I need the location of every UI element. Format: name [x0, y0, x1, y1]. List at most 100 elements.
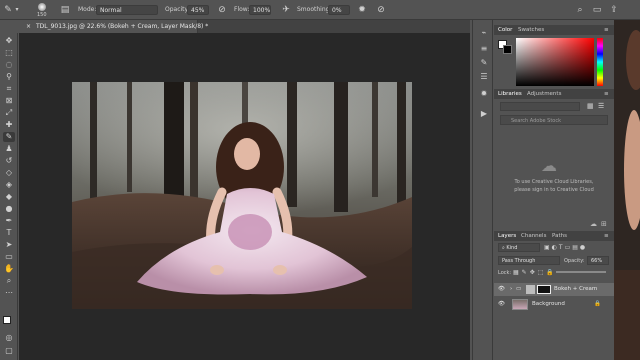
- lasso-tool-icon[interactable]: ◌: [3, 60, 15, 70]
- more-tools-icon[interactable]: ⋯: [3, 288, 15, 298]
- layer-opacity-slider[interactable]: [556, 271, 606, 273]
- tab-adjustments[interactable]: Adjustments: [527, 91, 561, 97]
- group-mask-link-icon: [526, 285, 535, 294]
- airbrush-icon[interactable]: ✈: [281, 5, 291, 15]
- smoothing-settings-icon[interactable]: ✹: [357, 5, 367, 15]
- rectangle-tool-icon[interactable]: ▭: [3, 252, 15, 262]
- library-add-icon[interactable]: ⊞: [601, 220, 609, 228]
- path-select-tool-icon[interactable]: ➤: [3, 240, 15, 250]
- visibility-eye-icon[interactable]: 👁: [498, 286, 505, 292]
- pen-tool-icon[interactable]: ✒: [3, 216, 15, 226]
- move-tool-icon[interactable]: ✥: [3, 36, 15, 46]
- libraries-message-line1: To use Creative Cloud Libraries,: [514, 179, 594, 185]
- opacity-field[interactable]: 45%: [187, 5, 209, 15]
- tab-paths[interactable]: Paths: [552, 233, 567, 239]
- blend-mode-select[interactable]: Pass Through: [498, 256, 560, 265]
- quick-mask-icon[interactable]: ◎: [3, 333, 15, 343]
- pressure-size-icon[interactable]: ⊘: [376, 5, 386, 15]
- paint-bucket-tool-icon[interactable]: ◈: [3, 180, 15, 190]
- options-bar: ✎ ▾ 150 ▤ Mode: Normal Opacity: 45% ⊘ Fl…: [0, 0, 640, 20]
- hand-tool-icon[interactable]: ✋: [3, 264, 15, 274]
- eraser-tool-icon[interactable]: ◇: [3, 168, 15, 178]
- chevron-down-icon[interactable]: ▾: [14, 5, 20, 15]
- layer-opacity-label: Opacity:: [564, 258, 585, 264]
- mode-label: Mode:: [78, 6, 97, 13]
- smoothing-field[interactable]: 0%: [328, 5, 350, 15]
- background-swatch[interactable]: [503, 45, 512, 54]
- workspace-icon[interactable]: ▭: [592, 5, 602, 15]
- visibility-eye-icon[interactable]: 👁: [498, 301, 505, 307]
- right-panels: Color Swatches ≡ Libraries Adjustments ≡…: [494, 20, 614, 360]
- background-person-image: [614, 20, 640, 360]
- layer-name[interactable]: Bokeh + Cream: [554, 286, 597, 292]
- adjustments-icon[interactable]: ☰: [478, 72, 490, 82]
- color-panel-header: Color Swatches ≡: [494, 25, 614, 35]
- folder-icon: ▭: [516, 286, 522, 292]
- panel-menu-icon[interactable]: ≡: [604, 27, 609, 33]
- brush-preview-icon[interactable]: [38, 3, 46, 11]
- tab-layers[interactable]: Layers: [498, 233, 516, 239]
- libraries-panel-header: Libraries Adjustments ≡: [494, 89, 614, 99]
- tab-channels[interactable]: Channels: [521, 233, 546, 239]
- mode-select[interactable]: Normal: [96, 5, 158, 15]
- color-field[interactable]: [516, 38, 594, 86]
- stamp-tool-icon[interactable]: ♟: [3, 144, 15, 154]
- panel-menu-icon[interactable]: ≡: [604, 91, 609, 97]
- share-icon[interactable]: ⇪: [609, 5, 619, 15]
- blur-tool-icon[interactable]: ◆: [3, 192, 15, 202]
- type-tool-icon[interactable]: T: [3, 228, 15, 238]
- hue-slider[interactable]: [597, 38, 603, 86]
- brush-tool-icon[interactable]: ✎: [3, 5, 13, 15]
- library-select[interactable]: [500, 102, 580, 111]
- pressure-opacity-icon[interactable]: ⊘: [217, 5, 227, 15]
- opacity-label: Opacity:: [165, 6, 190, 13]
- collapsed-panel-strip: ⌁ ≡ ✎ ☰ ✹ ▶: [472, 20, 493, 360]
- brush-settings-icon[interactable]: ▤: [60, 5, 70, 15]
- crop-tool-icon[interactable]: ⌗: [3, 84, 15, 94]
- marquee-tool-icon[interactable]: ⬚: [3, 48, 15, 58]
- panel-menu-icon[interactable]: ≡: [604, 233, 609, 239]
- tab-color[interactable]: Color: [498, 27, 512, 33]
- eyedropper-tool-icon[interactable]: ⤢: [3, 108, 15, 118]
- expand-arrow-icon[interactable]: ›: [510, 286, 512, 292]
- healing-tool-icon[interactable]: ✚: [3, 120, 15, 130]
- grid-view-icon[interactable]: ▦: [587, 102, 595, 110]
- lock-icons[interactable]: ▦✎✥⬚🔒: [513, 269, 557, 276]
- brush-tool-icon-active[interactable]: ✎: [3, 132, 15, 142]
- frame-tool-icon[interactable]: ⊠: [3, 96, 15, 106]
- dodge-tool-icon[interactable]: ●: [3, 204, 15, 214]
- foreground-color-swatch[interactable]: [3, 316, 11, 324]
- layer-row-group[interactable]: 👁 › ▭ Bokeh + Cream: [494, 283, 614, 296]
- tab-libraries[interactable]: Libraries: [498, 91, 522, 97]
- history-icon[interactable]: ⌁: [478, 28, 490, 38]
- search-icon[interactable]: ⌕: [575, 5, 585, 15]
- stock-search-field[interactable]: Search Adobe Stock: [500, 115, 608, 125]
- close-tab-icon[interactable]: ×: [26, 23, 31, 30]
- tab-swatches[interactable]: Swatches: [518, 27, 544, 33]
- brushes-icon[interactable]: ✎: [478, 58, 490, 68]
- smoothing-label: Smoothing:: [297, 6, 332, 13]
- layer-name[interactable]: Background: [532, 301, 565, 307]
- background-thumbnail: [512, 299, 528, 310]
- document-image[interactable]: [72, 82, 412, 309]
- layer-filter-select[interactable]: ⌕ Kind: [498, 243, 540, 252]
- document-tab[interactable]: × TDL_9013.jpg @ 22.6% (Bokeh + Cream, L…: [22, 20, 208, 33]
- zoom-tool-icon[interactable]: ⌕: [3, 276, 15, 286]
- forest-girl-photo: [72, 82, 412, 309]
- flow-field[interactable]: 100%: [249, 5, 271, 15]
- learn-icon[interactable]: ✹: [478, 89, 490, 99]
- tools-panel: ✥ ⬚ ◌ ⚲ ⌗ ⊠ ⤢ ✚ ✎ ♟ ↺ ◇ ◈ ◆ ● ✒ T ➤ ▭ ✋ …: [0, 33, 18, 360]
- layer-opacity-field[interactable]: 66%: [587, 256, 609, 265]
- screen-mode-icon[interactable]: ▢: [3, 346, 15, 356]
- list-view-icon[interactable]: ☰: [598, 102, 606, 110]
- brush-size-value: 150: [37, 12, 47, 18]
- layer-mask-thumbnail[interactable]: [537, 285, 551, 294]
- cloud-sync-icon[interactable]: ☁: [590, 220, 598, 228]
- layer-filter-icons[interactable]: ▣◐T▭▤●: [544, 243, 610, 252]
- quick-select-tool-icon[interactable]: ⚲: [3, 72, 15, 82]
- properties-icon[interactable]: ≡: [478, 44, 490, 54]
- layer-row-background[interactable]: 👁 Background 🔒: [494, 298, 614, 311]
- history-brush-tool-icon[interactable]: ↺: [3, 156, 15, 166]
- play-actions-icon[interactable]: ▶: [478, 109, 490, 119]
- document-title: TDL_9013.jpg @ 22.6% (Bokeh + Cream, Lay…: [35, 23, 209, 30]
